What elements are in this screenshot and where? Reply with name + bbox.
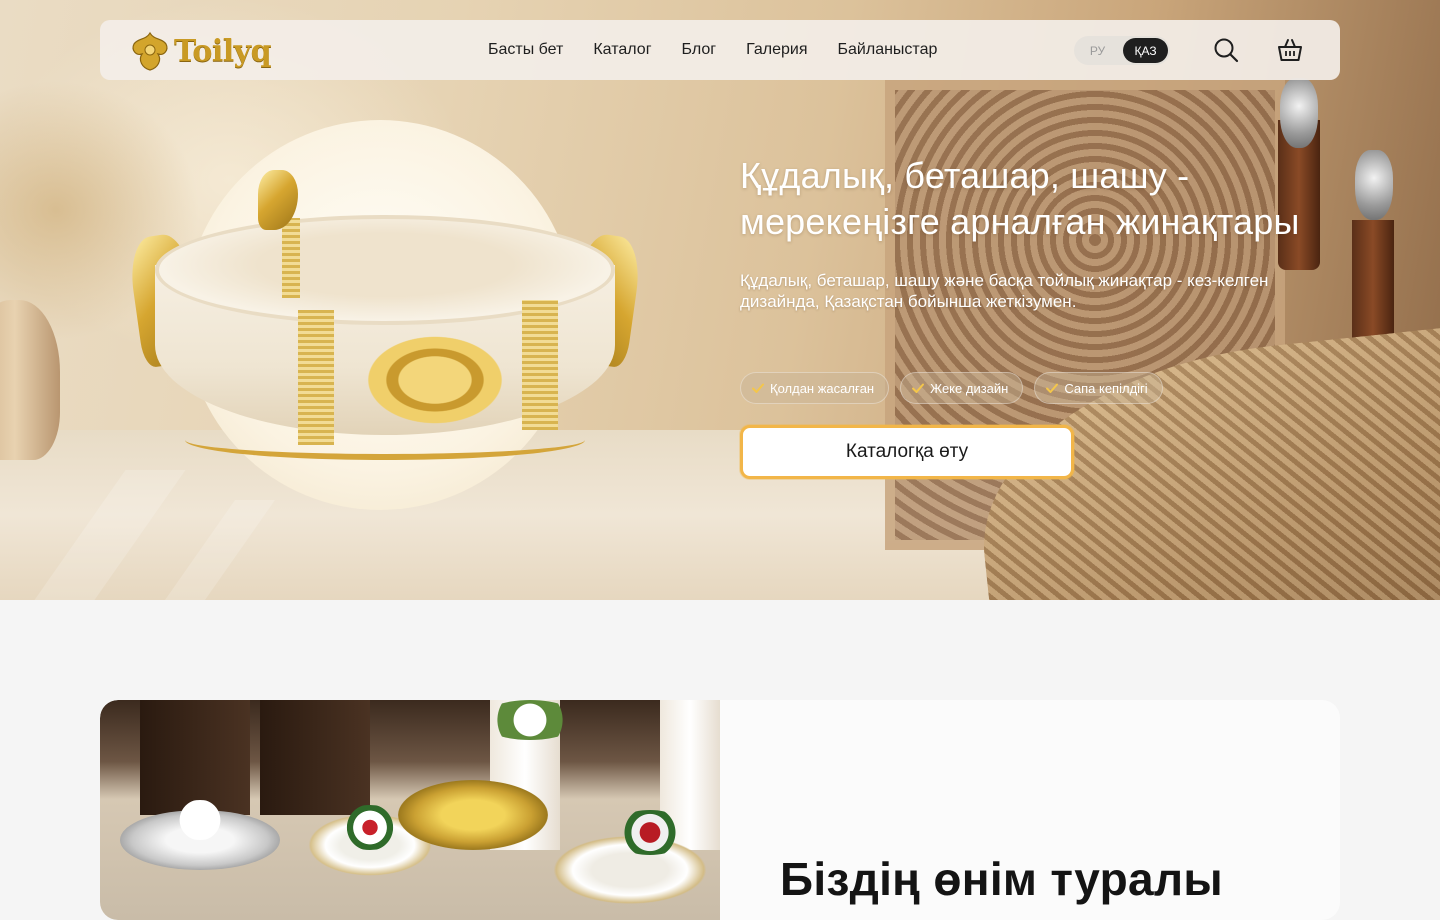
hero-title: Құдалық, беташар, шашу - мерекеңізге арн… [740,155,1300,242]
lang-option-ru[interactable]: РУ [1076,38,1119,63]
basket-icon[interactable] [1276,36,1304,64]
about-title: Біздің өнім туралы [780,853,1223,905]
go-to-catalog-button[interactable]: Каталогқа өту [740,425,1074,479]
check-icon [912,383,925,393]
photo-door [260,700,370,815]
badge-label: Сапа кепілдігі [1064,380,1148,396]
gold-strip [282,218,300,298]
nav-item-blog[interactable]: Блог [682,41,717,59]
gold-strip [522,300,558,430]
tassel-cap-decoration [1355,150,1393,220]
language-switcher: РУ ҚАЗ [1074,36,1170,65]
brand-logo[interactable]: Toilyq [128,30,272,72]
brand-name: Toilyq [174,33,272,69]
tassel-cap-decoration [1280,78,1318,148]
hero-subtitle: Құдалық, беташар, шашу және басқа тойлық… [740,271,1269,311]
photo-gold-box [398,780,548,850]
search-icon[interactable] [1212,36,1240,64]
nav-item-contacts[interactable]: Байланыстар [838,41,938,59]
gold-emblem [350,325,520,435]
nav-item-catalog[interactable]: Каталог [593,41,651,59]
badge-custom-design: Жеке дизайн [900,372,1024,404]
hero-text-block: Құдалық, беташар, шашу - мерекеңізге арн… [740,153,1300,312]
nav-item-gallery[interactable]: Галерия [746,41,807,59]
about-photo [100,700,720,920]
hero-badges: Қолдан жасалған Жеке дизайн Сапа кепілді… [740,372,1163,404]
top-navigation-bar: Toilyq Басты бет Каталог Блог Галерия Ба… [100,20,1340,80]
badge-label: Жеке дизайн [930,380,1009,396]
check-icon [752,383,764,393]
badge-handmade: Қолдан жасалған [740,372,890,404]
badge-label: Қолдан жасалған [770,380,875,396]
photo-door [140,700,250,815]
photo-flowers [610,810,690,855]
badge-quality: Сапа кепілдігі [1034,372,1163,404]
photo-flowers [480,700,580,740]
lang-option-kaz[interactable]: ҚАЗ [1123,38,1168,63]
about-section: Біздің өнім туралы [100,700,1340,920]
photo-flowers [160,800,240,840]
gold-rim [185,420,585,460]
nav-item-home[interactable]: Басты бет [488,41,563,59]
photo-flowers [335,805,405,850]
main-nav: Басты бет Каталог Блог Галерия Байланыст… [488,20,937,80]
check-icon [1046,383,1059,393]
brand-ornament-icon [132,31,168,71]
